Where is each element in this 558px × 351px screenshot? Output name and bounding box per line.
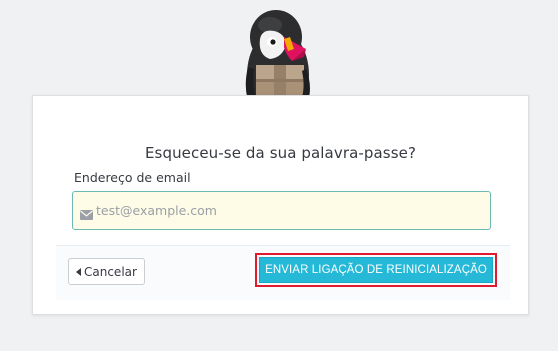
envelope-icon bbox=[80, 205, 93, 220]
cancel-button[interactable]: Cancelar bbox=[68, 258, 145, 285]
email-label: Endereço de email bbox=[74, 170, 191, 185]
send-reset-link-label: ENVIAR LIGAÇÃO DE REINICIALIZAÇÃO bbox=[265, 264, 487, 276]
page-title: Esqueceu-se da sua palavra-passe? bbox=[144, 144, 417, 162]
send-reset-link-button[interactable]: ENVIAR LIGAÇÃO DE REINICIALIZAÇÃO bbox=[259, 257, 493, 283]
submit-button-highlight: ENVIAR LIGAÇÃO DE REINICIALIZAÇÃO bbox=[255, 253, 497, 287]
caret-left-icon bbox=[76, 267, 81, 276]
cancel-button-label: Cancelar bbox=[84, 264, 137, 279]
email-field-wrapper[interactable] bbox=[72, 191, 491, 230]
forgot-password-card: Esqueceu-se da sua palavra-passe? Endere… bbox=[32, 95, 529, 315]
card-footer: Cancelar ENVIAR LIGAÇÃO DE REINICIALIZAÇ… bbox=[56, 245, 510, 300]
email-input[interactable] bbox=[96, 192, 476, 229]
